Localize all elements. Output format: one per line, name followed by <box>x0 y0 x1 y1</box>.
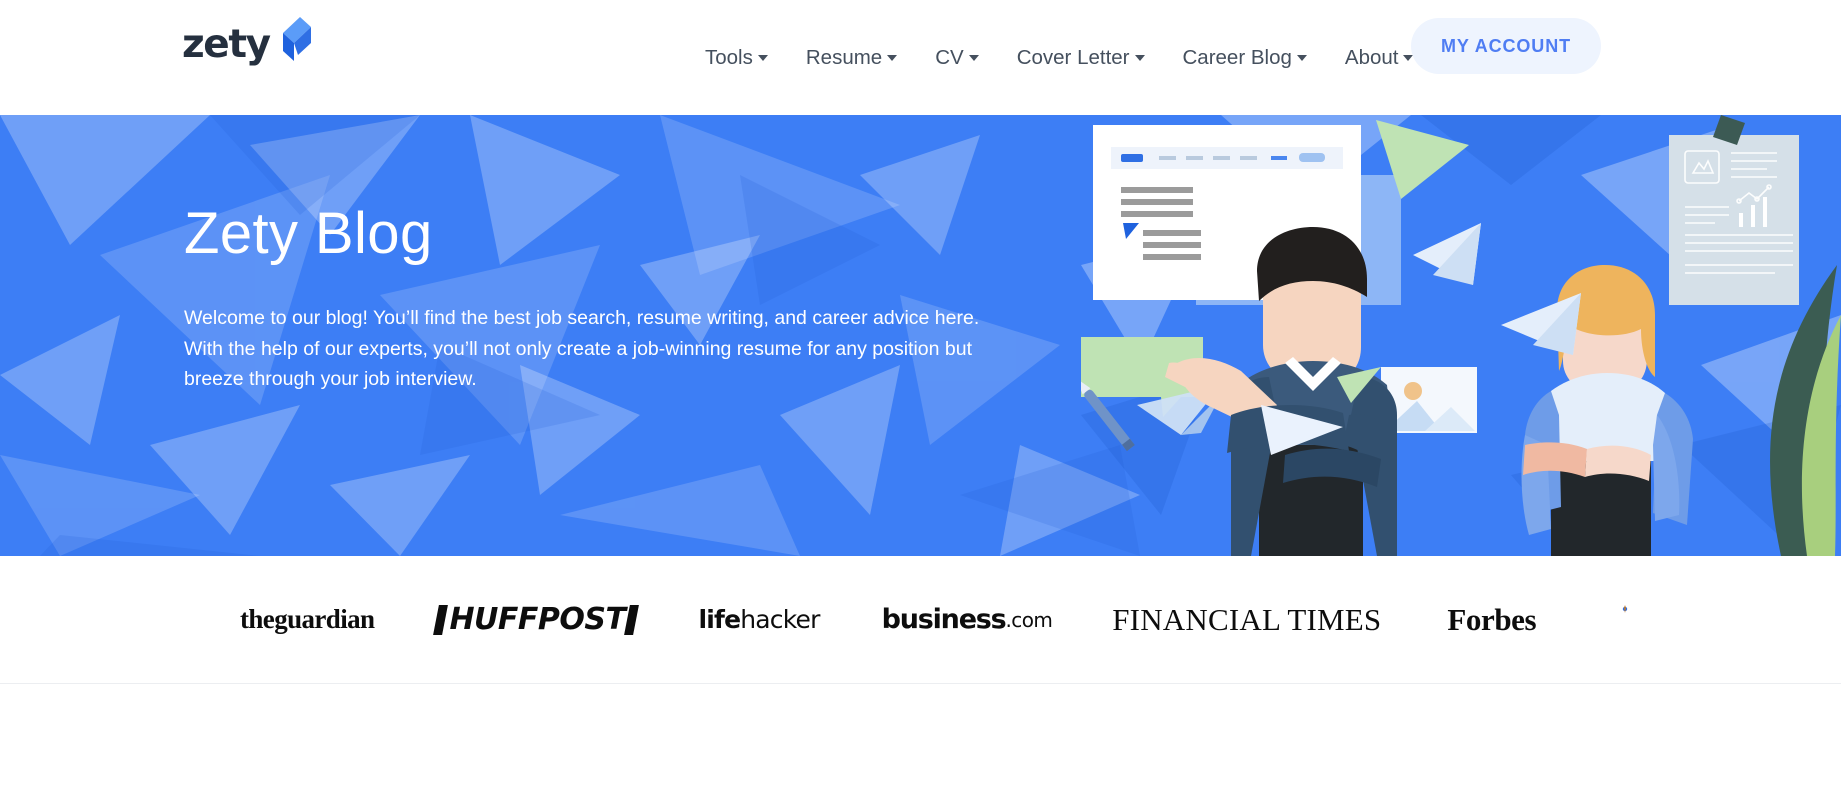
theguardian-logo-text: theguardian <box>240 604 375 634</box>
huffpost-bar-icon <box>624 604 640 635</box>
my-account-label: MY ACCOUNT <box>1441 35 1571 56</box>
huffpost-logo-text: HUFFPOST <box>449 602 626 637</box>
zety-logo[interactable]: zety <box>182 17 311 67</box>
nav-label: Career Blog <box>1182 45 1292 69</box>
nav-item-career-blog[interactable]: Career Blog <box>1164 46 1326 70</box>
press-logo-lifehacker[interactable]: life hacker <box>698 605 820 634</box>
page-title: Zety Blog <box>184 201 433 266</box>
nav-item-resume[interactable]: Resume <box>787 46 916 70</box>
hero-content: Zety Blog Welcome to our blog! You’ll fi… <box>184 203 1014 395</box>
press-logo-forbes[interactable]: Forbes <box>1447 602 1536 638</box>
nav-item-tools[interactable]: Tools <box>686 46 787 70</box>
lifehacker-logo-light: hacker <box>740 605 820 634</box>
press-logo-list: theguardian HUFFPOST life hacker business… <box>240 556 1630 683</box>
hero-description: Welcome to our blog! You’ll find the bes… <box>184 307 980 390</box>
nav-label: Cover Letter <box>1016 45 1130 69</box>
huffpost-bar-icon <box>433 604 449 635</box>
nav-item-cover-letter[interactable]: Cover Letter <box>998 46 1164 70</box>
partial-logo-icon <box>1622 604 1628 613</box>
press-logo-theguardian[interactable]: theguardian <box>240 604 375 635</box>
nav-label: CV <box>935 45 964 69</box>
chevron-down-icon <box>1296 54 1307 61</box>
nav-label: Resume <box>805 45 883 69</box>
page-root: zety Tools Resume CV Cover Letter Career… <box>0 0 1841 793</box>
main-navigation: Tools Resume CV Cover Letter Career Blog… <box>686 0 1432 115</box>
chevron-down-icon <box>1134 54 1145 61</box>
chevron-down-icon <box>887 54 898 61</box>
press-mentions-strip: theguardian HUFFPOST life hacker business… <box>0 556 1841 683</box>
zety-arrow-logo-icon <box>273 17 311 63</box>
nav-item-cv[interactable]: CV <box>916 46 997 70</box>
chevron-down-icon <box>968 54 979 61</box>
site-header: zety Tools Resume CV Cover Letter Career… <box>0 0 1841 115</box>
hero-banner: Zety Blog Welcome to our blog! You’ll fi… <box>0 115 1841 556</box>
chevron-down-icon <box>757 54 768 61</box>
my-account-button[interactable]: MY ACCOUNT <box>1411 18 1601 74</box>
business-logo-dotcom: .com <box>1005 607 1053 632</box>
press-logo-financial-times[interactable]: FINANCIAL TIMES <box>1112 602 1381 638</box>
press-logo-partial[interactable] <box>1620 604 1630 614</box>
nav-label: About <box>1344 45 1399 69</box>
business-logo-bold: business <box>881 604 1007 635</box>
hero-illustration <box>1081 115 1841 556</box>
lifehacker-logo-bold: life <box>698 605 741 634</box>
nav-label: Tools <box>705 45 753 69</box>
press-logo-business-com[interactable]: business .com <box>882 604 1053 635</box>
financial-times-logo-text: FINANCIAL TIMES <box>1112 601 1382 637</box>
logo-wordmark: zety <box>182 22 271 67</box>
forbes-logo-text: Forbes <box>1447 601 1537 637</box>
press-logo-huffpost[interactable]: HUFFPOST <box>433 602 640 637</box>
content-area-below <box>0 684 1841 793</box>
